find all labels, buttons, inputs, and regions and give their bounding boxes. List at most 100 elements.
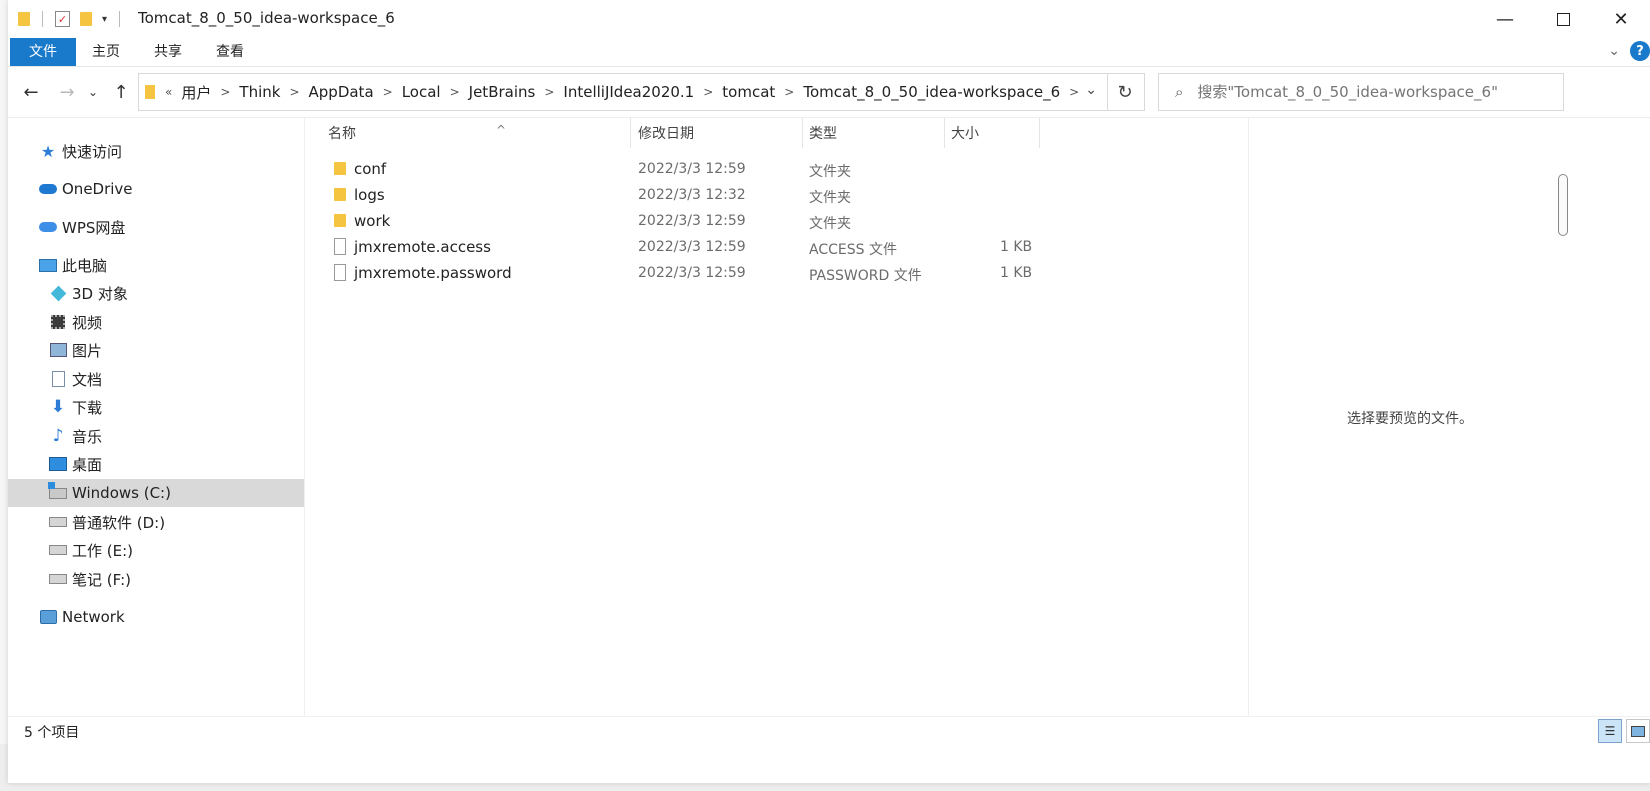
column-header-name[interactable]: 名称 ^ — [328, 118, 628, 150]
table-row[interactable]: jmxremote.password 2022/3/3 12:59 PASSWO… — [326, 260, 1046, 286]
sort-ascending-icon: ^ — [496, 123, 507, 137]
breadcrumb-tomcat[interactable]: tomcat — [717, 83, 780, 101]
new-folder-icon[interactable] — [80, 12, 92, 26]
minimize-button[interactable]: — — [1476, 0, 1534, 38]
large-icons-view-button[interactable] — [1626, 719, 1650, 743]
search-icon: ⌕ — [1175, 83, 1184, 101]
breadcrumb-chevron-icon[interactable]: > — [379, 85, 397, 99]
nav-desktop-label: 桌面 — [72, 455, 103, 474]
nav-downloads[interactable]: ⬇ 下载 — [8, 393, 304, 421]
file-name: logs — [354, 186, 385, 204]
file-size: 1 KB — [1000, 239, 1033, 255]
scrollbar-thumb[interactable] — [1558, 174, 1568, 236]
column-header-size[interactable]: 大小 — [951, 118, 1031, 150]
table-row[interactable]: conf 2022/3/3 12:59 文件夹 — [326, 156, 1046, 182]
search-input[interactable] — [1195, 82, 1560, 102]
help-icon[interactable]: ? — [1630, 41, 1650, 61]
nav-drive-c[interactable]: Windows (C:) — [8, 479, 304, 507]
preview-empty-text: 选择要预览的文件。 — [1347, 411, 1473, 427]
pane-divider[interactable] — [304, 118, 305, 716]
forward-button[interactable]: → — [54, 79, 80, 105]
breadcrumb-workspace[interactable]: Tomcat_8_0_50_idea-workspace_6 — [798, 83, 1065, 101]
nav-desktop[interactable]: 桌面 — [8, 450, 304, 478]
nav-pictures[interactable]: 图片 — [8, 336, 304, 364]
file-type: 文件夹 — [809, 164, 851, 180]
customize-toolbar-chevron-icon[interactable]: ▾ — [102, 14, 107, 25]
column-header-name-label: 名称 — [328, 126, 356, 142]
divider-icon — [119, 11, 121, 27]
breadcrumb-chevron-icon[interactable]: > — [699, 85, 717, 99]
nav-pictures-label: 图片 — [72, 341, 103, 360]
nav-wps[interactable]: WPS网盘 — [8, 213, 304, 241]
properties-icon[interactable]: ✓ — [55, 11, 70, 27]
nav-network[interactable]: Network — [8, 603, 304, 631]
nav-videos[interactable]: 视频 — [8, 308, 304, 336]
column-header-type[interactable]: 类型 — [809, 118, 939, 150]
table-row[interactable]: jmxremote.access 2022/3/3 12:59 ACCESS 文… — [326, 234, 1046, 260]
file-date: 2022/3/3 12:59 — [638, 265, 746, 281]
file-icon — [334, 238, 346, 255]
folder-icon — [334, 214, 346, 227]
breadcrumb-jetbrains[interactable]: JetBrains — [464, 83, 541, 101]
address-bar[interactable]: « 用户 > Think > AppData > Local > JetBrai… — [138, 73, 1108, 111]
back-button[interactable]: ← — [18, 79, 44, 105]
file-name: work — [354, 212, 391, 230]
table-row[interactable]: work 2022/3/3 12:59 文件夹 — [326, 208, 1046, 234]
drive-icon — [48, 570, 68, 588]
breadcrumb-chevron-icon[interactable]: > — [285, 85, 303, 99]
nav-onedrive-label: OneDrive — [62, 180, 133, 198]
breadcrumb-chevron-icon[interactable]: > — [216, 85, 234, 99]
maximize-button[interactable] — [1534, 0, 1592, 38]
file-size: 1 KB — [1000, 265, 1033, 281]
file-date: 2022/3/3 12:32 — [638, 187, 746, 203]
column-divider[interactable] — [944, 118, 945, 148]
nav-3d-objects[interactable]: 3D 对象 — [8, 279, 304, 307]
details-view-button[interactable]: ☰ — [1598, 719, 1622, 743]
table-row[interactable]: logs 2022/3/3 12:32 文件夹 — [326, 182, 1046, 208]
nav-quick-access[interactable]: ★ 快速访问 — [8, 137, 304, 165]
search-box[interactable]: ⌕ — [1158, 73, 1564, 111]
ribbon: 文件 主页 共享 查看 ⌄ ? — [8, 38, 1650, 67]
breadcrumb-intellij[interactable]: IntelliJIdea2020.1 — [558, 83, 699, 101]
breadcrumb-appdata[interactable]: AppData — [304, 83, 379, 101]
nav-3d-objects-label: 3D 对象 — [72, 284, 128, 303]
breadcrumb-think[interactable]: Think — [234, 83, 285, 101]
nav-drive-f[interactable]: 笔记 (F:) — [8, 565, 304, 593]
column-divider[interactable] — [1039, 118, 1040, 148]
nav-drive-e[interactable]: 工作 (E:) — [8, 536, 304, 564]
column-header-date[interactable]: 修改日期 — [638, 118, 798, 150]
address-dropdown-icon[interactable]: ⌄ — [1085, 82, 1097, 98]
nav-drive-d[interactable]: 普通软件 (D:) — [8, 508, 304, 536]
close-button[interactable]: ✕ — [1592, 0, 1650, 38]
tab-view[interactable]: 查看 — [206, 38, 254, 66]
breadcrumb-users[interactable]: 用户 — [176, 82, 216, 103]
file-date: 2022/3/3 12:59 — [638, 213, 746, 229]
nav-this-pc[interactable]: 此电脑 — [8, 251, 304, 279]
nav-documents[interactable]: 文档 — [8, 365, 304, 393]
nav-music[interactable]: ♪ 音乐 — [8, 422, 304, 450]
overflow-chevron-icon[interactable]: « — [161, 85, 176, 99]
tab-share[interactable]: 共享 — [144, 38, 192, 66]
column-divider[interactable] — [802, 118, 803, 148]
explorer-window: ✓ ▾ Tomcat_8_0_50_idea-workspace_6 — ✕ 文… — [8, 0, 1650, 783]
breadcrumb-chevron-icon[interactable]: > — [446, 85, 464, 99]
up-button[interactable]: ↑ — [108, 79, 134, 105]
expand-ribbon-chevron-icon[interactable]: ⌄ — [1608, 43, 1620, 59]
recent-locations-button[interactable]: ⌄ — [84, 79, 102, 105]
file-icon — [334, 264, 346, 281]
breadcrumb-chevron-icon[interactable]: > — [780, 85, 798, 99]
tab-home[interactable]: 主页 — [82, 38, 130, 66]
breadcrumb-chevron-icon[interactable]: > — [1065, 85, 1083, 99]
breadcrumb-local[interactable]: Local — [397, 83, 446, 101]
file-type: ACCESS 文件 — [809, 242, 897, 258]
nav-wps-label: WPS网盘 — [62, 218, 126, 237]
divider-icon — [42, 11, 43, 27]
nav-onedrive[interactable]: OneDrive — [8, 175, 304, 203]
file-list: 名称 ^ 修改日期 类型 大小 conf 2022/3/3 12:59 文件夹 … — [308, 118, 1248, 716]
nav-videos-label: 视频 — [72, 313, 103, 332]
tab-file[interactable]: 文件 — [10, 38, 76, 66]
nav-drive-e-label: 工作 (E:) — [72, 541, 134, 560]
column-divider[interactable] — [630, 118, 631, 148]
breadcrumb-chevron-icon[interactable]: > — [540, 85, 558, 99]
refresh-button[interactable]: ↻ — [1106, 73, 1145, 111]
